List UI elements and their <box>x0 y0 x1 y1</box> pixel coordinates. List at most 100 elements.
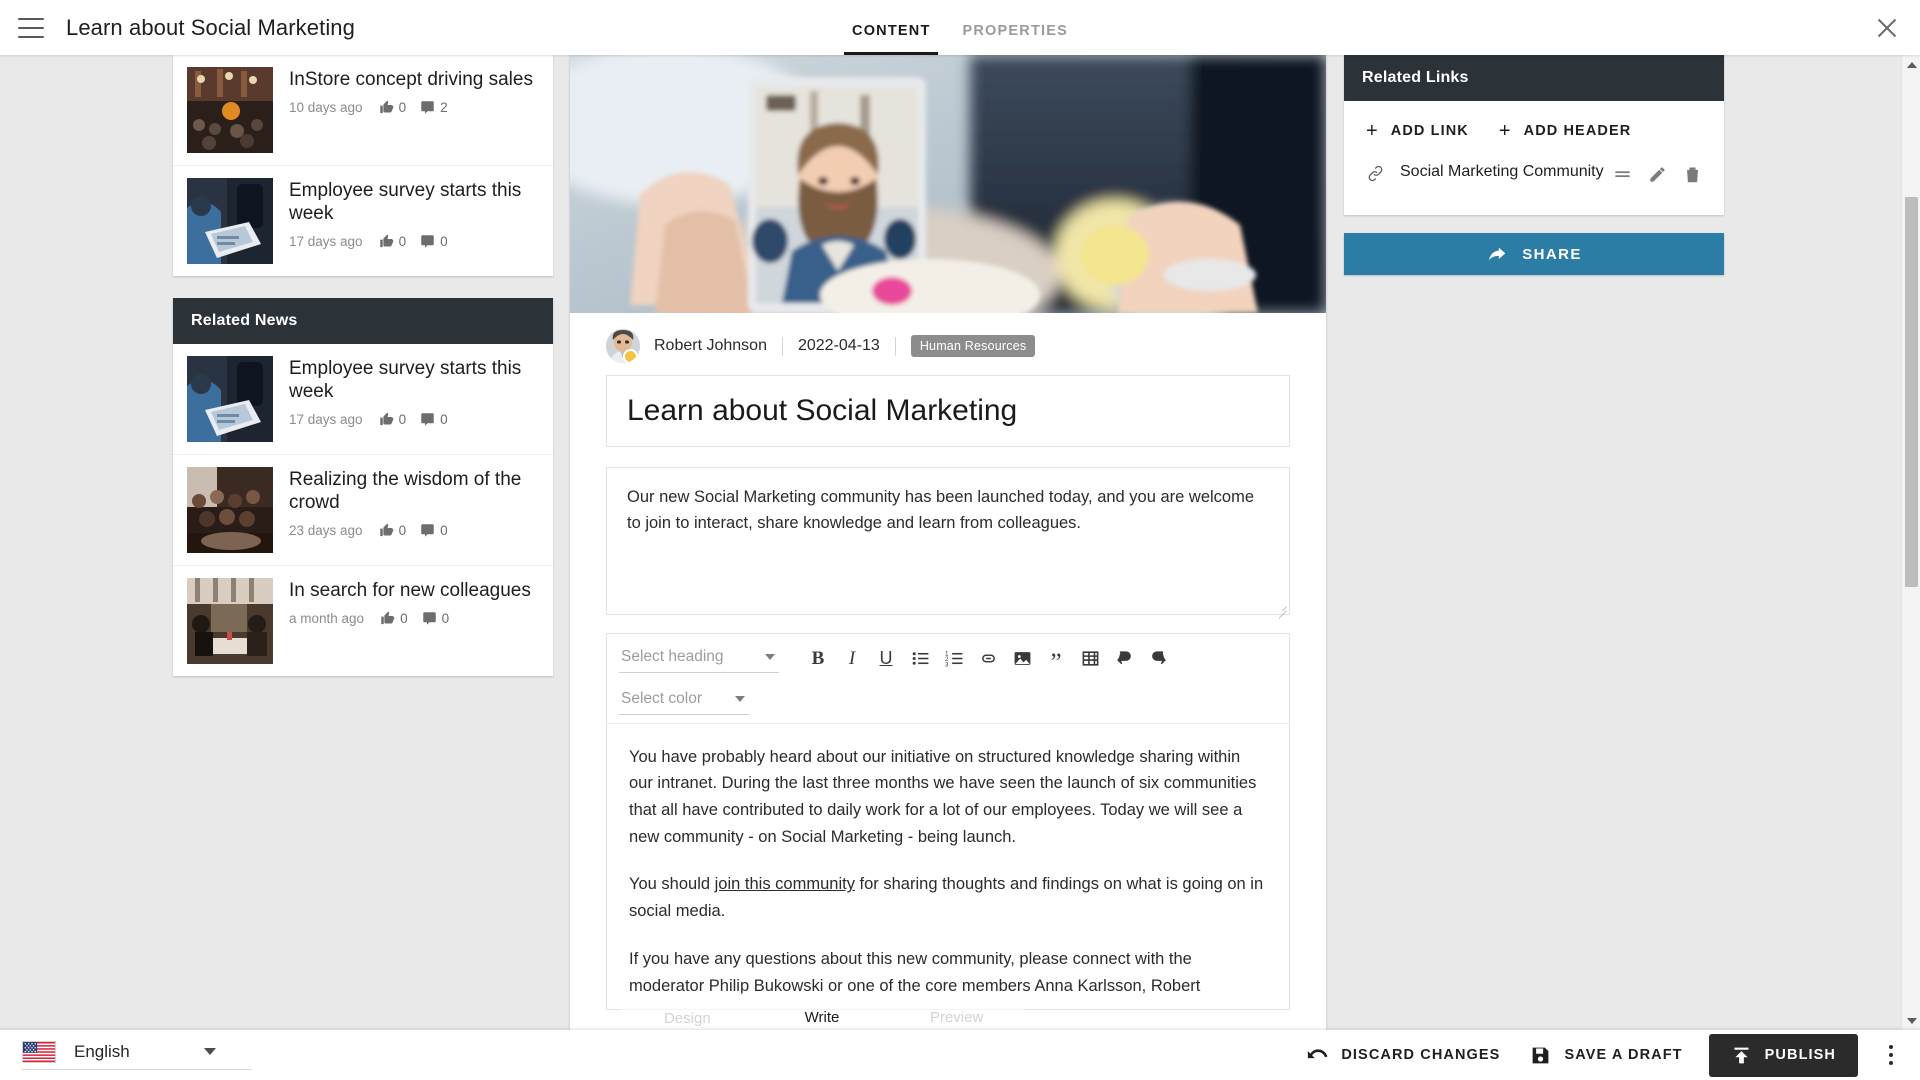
news-meta: 23 days ago 0 0 <box>289 523 539 538</box>
link-button[interactable] <box>971 644 1005 674</box>
add-header-button[interactable]: + ADD HEADER <box>1499 121 1631 141</box>
news-thumbnail <box>187 467 273 553</box>
mode-write-label: Write <box>804 1008 840 1026</box>
mode-preview[interactable]: Preview <box>897 1009 1017 1031</box>
color-select-label: Select color <box>621 689 702 707</box>
news-thumbnail <box>187 356 273 442</box>
news-age: 10 days ago <box>289 100 363 116</box>
news-title: In search for new colleagues <box>289 580 531 601</box>
byline: Robert Johnson 2022-04-13 Human Resource… <box>570 313 1326 375</box>
list-item[interactable]: Realizing the wisdom of the crowd 23 day… <box>173 455 553 566</box>
comment-count: 2 <box>420 100 448 115</box>
list-item[interactable]: Social Marketing Community <box>1366 153 1702 189</box>
table-button[interactable] <box>1073 644 1107 674</box>
news-title: InStore concept driving sales <box>289 69 533 90</box>
list-item[interactable]: Employee survey starts this week 17 days… <box>173 166 553 276</box>
edit-pencil-icon[interactable] <box>1648 165 1667 189</box>
comment-icon <box>422 612 436 625</box>
save-draft-label: SAVE A DRAFT <box>1564 1047 1683 1063</box>
comment-count: 0 <box>420 412 448 427</box>
undo-icon <box>1308 1048 1328 1058</box>
heading-select[interactable]: Select heading <box>619 644 779 673</box>
mode-preview-label: Preview <box>929 1008 984 1026</box>
news-title: Realizing the wisdom of the crowd <box>289 469 522 514</box>
like-count: 0 <box>380 611 408 626</box>
news-meta: 17 days ago 0 0 <box>289 412 539 427</box>
list-item[interactable]: In search for new colleagues a month ago… <box>173 566 553 676</box>
share-label: SHARE <box>1522 245 1582 263</box>
news-thumbnail <box>187 178 273 264</box>
discard-changes-button[interactable]: DISCARD CHANGES <box>1307 1045 1500 1066</box>
like-count: 0 <box>379 100 406 115</box>
right-sidebar: Related Links + ADD LINK + ADD HEADER So… <box>1344 55 1724 275</box>
close-icon[interactable] <box>1872 13 1902 43</box>
add-link-button[interactable]: + ADD LINK <box>1366 121 1469 141</box>
thumbs-up-icon <box>379 523 393 537</box>
related-news-card: Related News Employee survey starts this… <box>173 298 553 676</box>
thumbs-up-icon <box>379 234 393 248</box>
author-name: Robert Johnson <box>654 337 767 354</box>
save-draft-button[interactable]: SAVE A DRAFT <box>1530 1045 1682 1066</box>
hamburger-icon[interactable] <box>18 17 44 38</box>
plus-icon: + <box>1498 120 1512 142</box>
scroll-up-icon[interactable] <box>1902 55 1920 74</box>
color-select[interactable]: Select color <box>619 686 749 715</box>
image-button[interactable] <box>1005 644 1039 674</box>
news-title: Employee survey starts this week <box>289 358 522 403</box>
news-thumbnail <box>187 578 273 664</box>
chevron-down-icon <box>735 695 745 702</box>
publish-upload-icon <box>1734 1047 1749 1063</box>
heading-select-label: Select heading <box>621 648 724 665</box>
numbered-list-button[interactable]: 123 <box>937 644 971 674</box>
publish-label: PUBLISH <box>1764 1047 1836 1063</box>
publish-button[interactable]: PUBLISH <box>1708 1033 1858 1077</box>
body-paragraph-2: You should join this community for shari… <box>629 871 1267 924</box>
chevron-down-icon <box>204 1047 216 1055</box>
divider <box>781 336 783 356</box>
delete-trash-icon[interactable] <box>1683 165 1702 189</box>
rich-text-editor: Select heading B I U 123 ” Select color … <box>606 632 1290 1011</box>
news-meta: a month ago 0 0 <box>289 611 539 626</box>
status-badge[interactable]: Human Resources <box>910 335 1036 357</box>
plus-icon: + <box>1366 120 1379 142</box>
article-body-input[interactable]: You have probably heard about our initia… <box>607 724 1289 1010</box>
mode-design[interactable]: Design <box>627 1010 747 1031</box>
blockquote-button[interactable]: ” <box>1039 644 1073 675</box>
like-count: 0 <box>379 412 406 427</box>
scrollbar-thumb[interactable] <box>1905 197 1918 587</box>
scroll-down-icon[interactable] <box>1902 1011 1920 1030</box>
bold-button[interactable]: B <box>801 644 835 674</box>
list-item[interactable]: Employee survey starts this week 17 days… <box>173 344 553 455</box>
resize-handle[interactable] <box>1275 600 1287 612</box>
kebab-menu-icon[interactable] <box>1878 1045 1904 1065</box>
mode-write[interactable]: Write <box>762 1009 882 1031</box>
tab-content[interactable]: CONTENT <box>836 0 946 55</box>
vertical-scrollbar[interactable] <box>1901 55 1920 1030</box>
tab-bar: CONTENT PROPERTIES <box>836 0 1084 55</box>
drag-handle-icon[interactable] <box>1613 165 1632 189</box>
title-field-wrapper[interactable]: Learn about Social Marketing <box>606 375 1290 447</box>
bulleted-list-button[interactable] <box>903 644 937 674</box>
top-bar: Learn about Social Marketing CONTENT PRO… <box>0 0 1920 55</box>
add-header-label: ADD HEADER <box>1523 123 1632 139</box>
list-item[interactable]: InStore concept driving sales 10 days ag… <box>173 55 553 166</box>
article-title-input[interactable]: Learn about Social Marketing <box>607 376 1289 446</box>
editor-toolbar: Select heading B I U 123 ” Select color <box>607 634 1289 724</box>
us-flag-icon <box>22 1040 56 1063</box>
undo-button[interactable] <box>1107 644 1141 674</box>
news-meta: 10 days ago 0 2 <box>289 100 539 115</box>
join-community-link[interactable]: join this community <box>715 875 855 893</box>
work-surface: InStore concept driving sales 10 days ag… <box>0 55 1920 1030</box>
italic-button[interactable]: I <box>835 644 869 674</box>
comment-icon <box>421 524 434 538</box>
article-lead-input[interactable]: Our new Social Marketing community has b… <box>606 466 1290 615</box>
redo-button[interactable] <box>1141 644 1175 674</box>
body-paragraph-3: If you have any questions about this new… <box>629 949 1201 995</box>
article-lead-text: Our new Social Marketing community has b… <box>627 487 1255 533</box>
share-arrow-icon <box>1488 247 1506 261</box>
underline-button[interactable]: U <box>869 644 903 674</box>
language-select[interactable]: English <box>22 1040 252 1070</box>
svg-text:3: 3 <box>945 661 949 668</box>
share-button[interactable]: SHARE <box>1344 233 1724 275</box>
tab-properties[interactable]: PROPERTIES <box>947 0 1084 55</box>
